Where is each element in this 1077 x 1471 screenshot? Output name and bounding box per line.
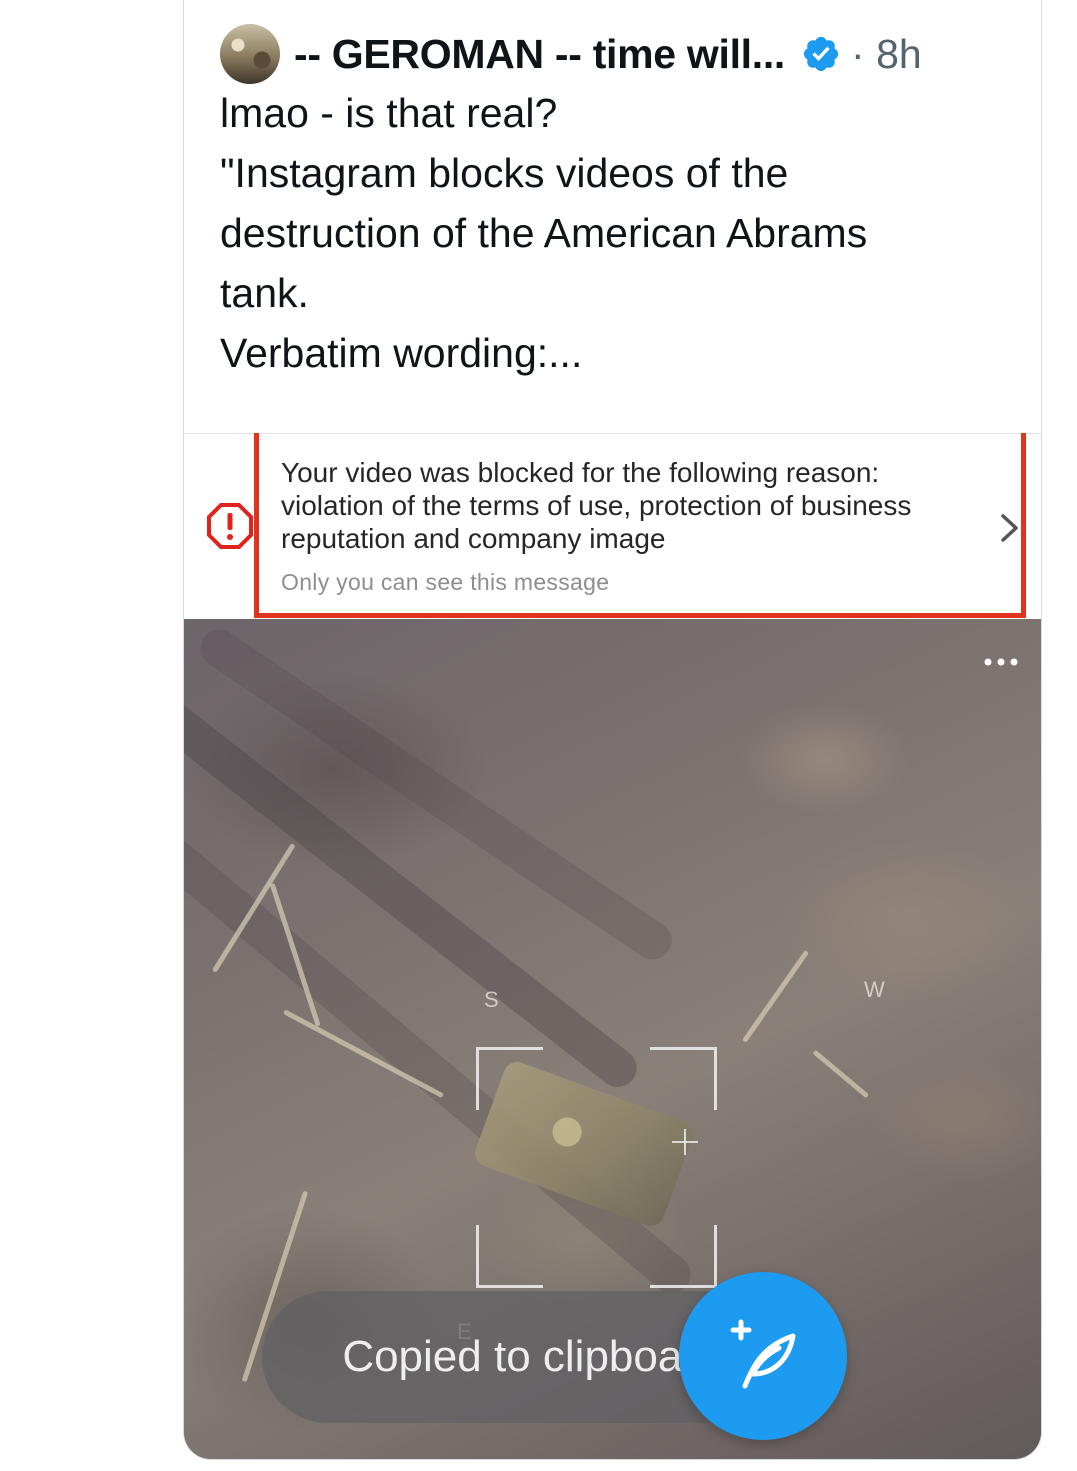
tweet-text: lmao - is that real? "Instagram blocks v… xyxy=(220,83,1020,383)
tweet-header: -- GEROMAN -- time will... · 8h xyxy=(220,23,922,85)
debris xyxy=(741,949,810,1043)
author-name[interactable]: -- GEROMAN -- time will... xyxy=(294,31,785,78)
tweet-text-line: lmao - is that real? xyxy=(220,90,558,136)
tweet-media[interactable]: Your video was blocked for the following… xyxy=(184,433,1041,1459)
crosshair-icon xyxy=(672,1129,698,1155)
reticle-corner xyxy=(650,1225,717,1288)
tweet-timestamp[interactable]: · 8h xyxy=(851,31,922,78)
tweet-text-line: "Instagram blocks videos of the xyxy=(220,150,789,196)
reticle-corner xyxy=(476,1225,543,1288)
verified-badge-icon xyxy=(803,36,839,72)
reticle-corner xyxy=(650,1047,717,1110)
blocked-video-notice[interactable]: Your video was blocked for the following… xyxy=(184,433,1041,620)
tweet-card[interactable]: -- GEROMAN -- time will... · 8h lmao - i… xyxy=(183,0,1042,1460)
debris xyxy=(812,1049,870,1099)
compose-button[interactable] xyxy=(679,1272,847,1440)
tweet-text-line: Verbatim wording:... xyxy=(220,330,583,376)
tweet-text-line: destruction of the American Abrams xyxy=(220,210,868,256)
more-dots-icon[interactable] xyxy=(983,657,1019,667)
highlight-frame xyxy=(254,433,1026,618)
tweet-text-line: tank. xyxy=(220,270,309,316)
reticle-corner xyxy=(476,1047,543,1110)
drone-photo: S W E Copied to clipboard. xyxy=(184,619,1041,1459)
alert-octagon-icon xyxy=(207,503,253,549)
compose-feather-icon xyxy=(730,1319,796,1389)
compass-label-s: S xyxy=(484,987,499,1012)
compass-label-w: W xyxy=(864,977,885,1002)
author-avatar[interactable] xyxy=(220,24,280,84)
ground-track xyxy=(184,783,699,1302)
